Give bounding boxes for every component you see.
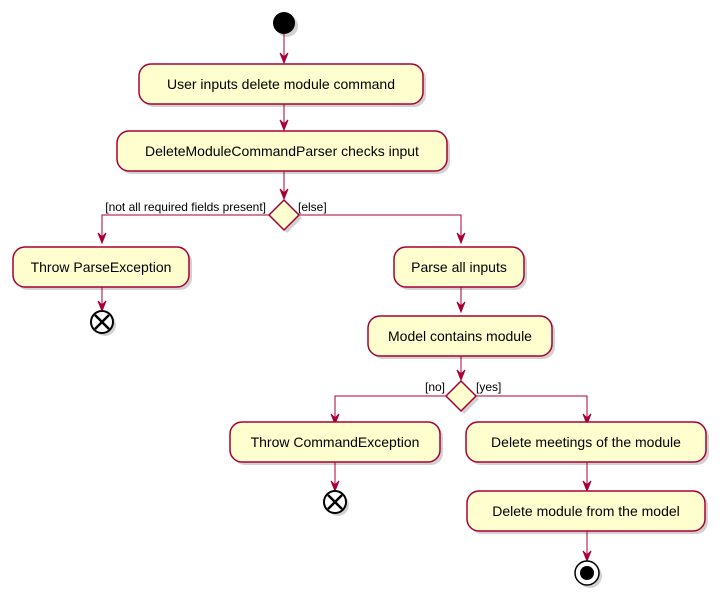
activity-throw-command-label: Throw CommandException [251, 434, 420, 450]
guard-not-all-fields: [not all required fields present] [105, 200, 266, 214]
edge-decision1-to-parse-inputs [299, 214, 462, 243]
edge-decision2-to-throw-command [334, 395, 446, 424]
guard-no: [no] [425, 380, 445, 394]
flow-final-node-parse [90, 310, 114, 334]
edge-decision1-to-throw-parse [101, 214, 269, 243]
activity-delete-meetings-label: Delete meetings of the module [491, 434, 681, 450]
guard-yes: [yes] [476, 380, 501, 394]
activity-parse-inputs-label: Parse all inputs [411, 259, 507, 275]
activity-diagram: User inputs delete module command Delete… [12, 12, 709, 588]
flow-final-node-command [323, 490, 347, 514]
activity-throw-parse-label: Throw ParseException [31, 259, 172, 275]
activity-parser-check-label: DeleteModuleCommandParser checks input [145, 143, 419, 159]
edge-decision2-to-delete-meetings [476, 395, 588, 424]
activity-user-input-label: User inputs delete module command [167, 76, 395, 92]
guard-else: [else] [298, 200, 327, 214]
activity-model-contains-label: Model contains module [388, 328, 532, 344]
start-node [273, 12, 295, 34]
activity-delete-module-label: Delete module from the model [492, 503, 680, 519]
stop-node [574, 560, 600, 586]
